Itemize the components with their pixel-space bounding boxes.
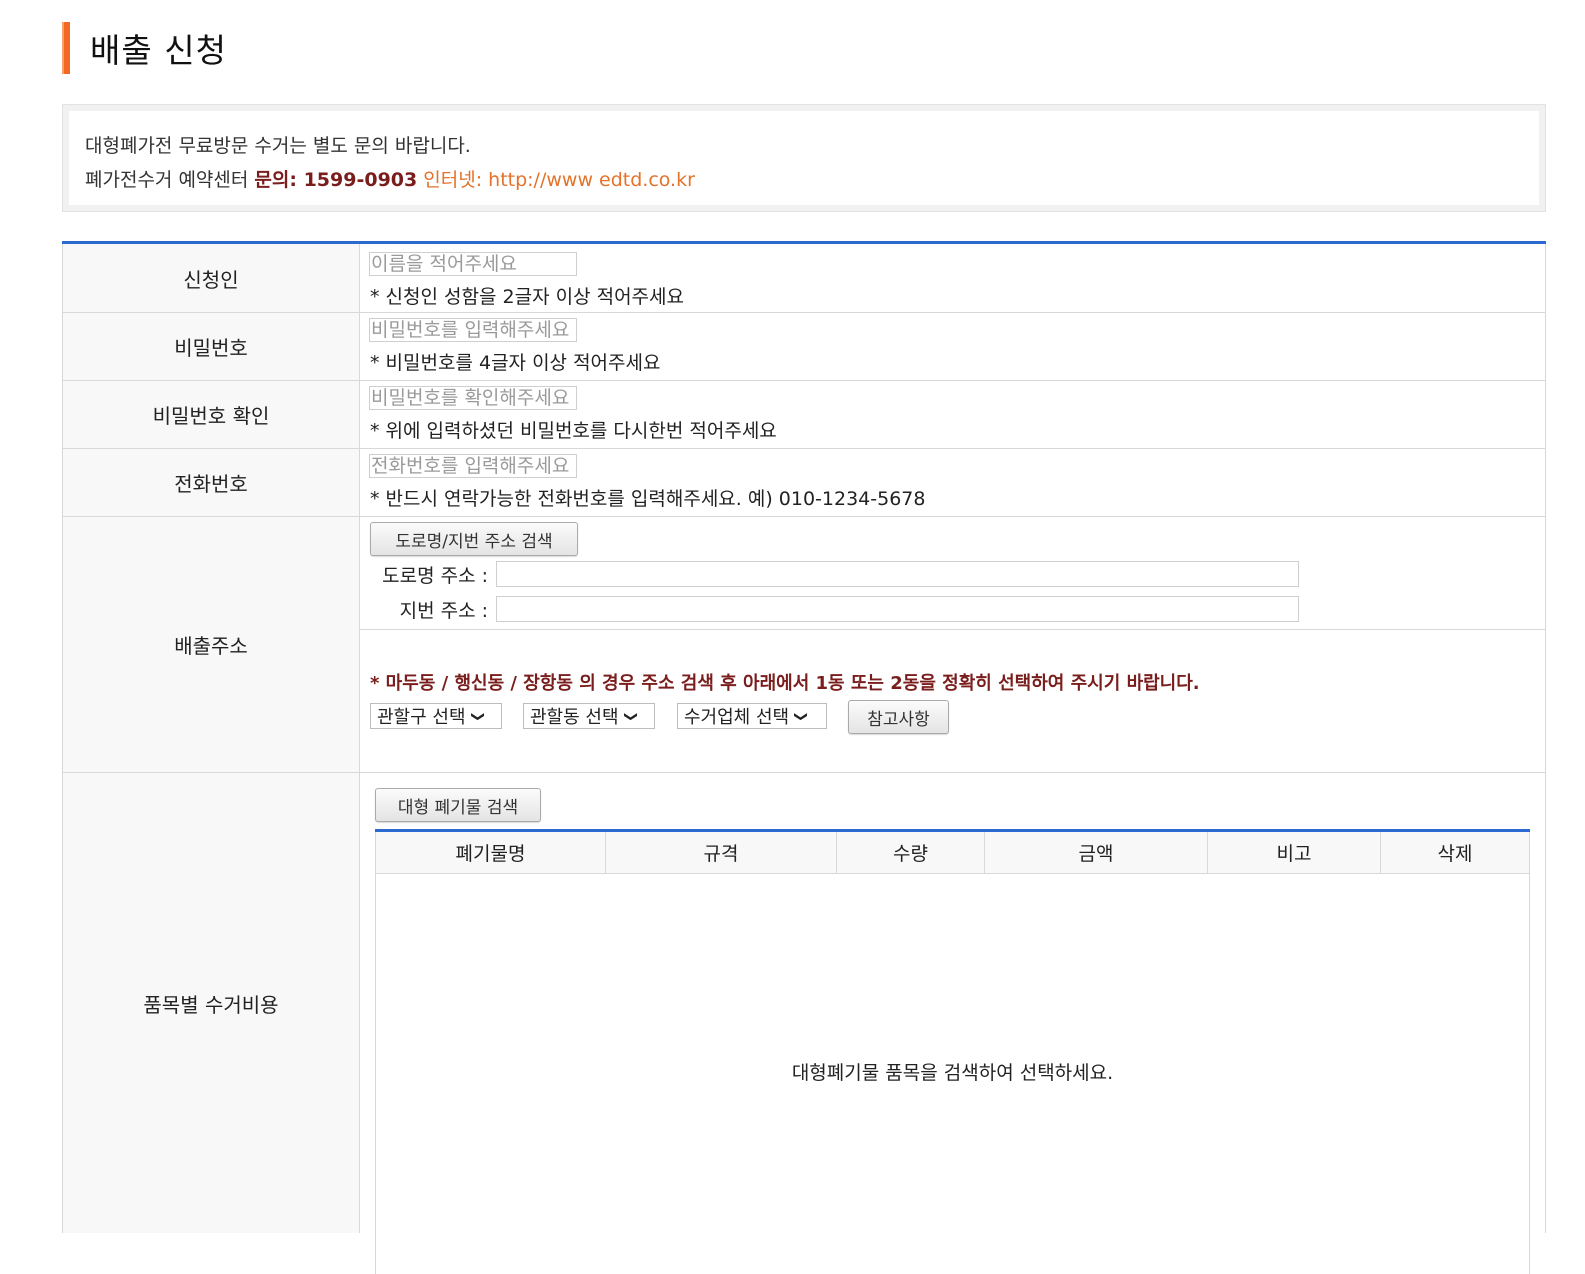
- waste-search-button[interactable]: 대형 폐기물 검색: [375, 788, 541, 822]
- password-input[interactable]: [369, 318, 577, 342]
- items-table-body: 대형폐기물 품목을 검색하여 선택하세요.: [375, 874, 1530, 1274]
- password-confirm-label: 비밀번호 확인: [63, 381, 360, 448]
- column-header-spec: 규격: [606, 832, 837, 873]
- application-form: 신청인 * 신청인 성함을 2글자 이상 적어주세요 비밀번호 * 비밀번호를 …: [62, 241, 1546, 1274]
- password-confirm-input[interactable]: [369, 386, 577, 410]
- dong-selection-warning: * 마두동 / 행신동 / 장항동 의 경우 주소 검색 후 아래에서 1동 또…: [370, 673, 1200, 694]
- items-label: 품목별 수거비용: [63, 773, 360, 1233]
- notice-internet-link[interactable]: 인터넷: http://www edtd.co.kr: [417, 169, 695, 191]
- jibun-address-label: 지번 주소 :: [399, 600, 488, 622]
- chevron-down-icon: ❮: [469, 710, 485, 722]
- row-phone: 전화번호 * 반드시 연락가능한 전화번호를 입력해주세요. 예) 010-12…: [62, 449, 1546, 517]
- dong-select-value: 관할동 선택: [530, 707, 619, 728]
- phone-input[interactable]: [369, 454, 577, 478]
- applicant-hint: * 신청인 성함을 2글자 이상 적어주세요: [370, 286, 684, 308]
- jibun-address-field[interactable]: [496, 596, 1299, 622]
- road-address-label: 도로명 주소 :: [382, 565, 488, 587]
- column-header-amount: 금액: [985, 832, 1208, 873]
- applicant-label: 신청인: [63, 244, 360, 312]
- notice-line-1: 대형폐가전 무료방문 수거는 별도 문의 바랍니다.: [85, 135, 471, 157]
- reference-button[interactable]: 참고사항: [848, 700, 949, 734]
- row-applicant: 신청인 * 신청인 성함을 2글자 이상 적어주세요: [62, 244, 1546, 313]
- notice-box: 대형폐가전 무료방문 수거는 별도 문의 바랍니다. 폐가전수거 예약센터 문의…: [62, 104, 1546, 212]
- title-accent-bar: [62, 22, 70, 74]
- applicant-cell: * 신청인 성함을 2글자 이상 적어주세요: [360, 244, 1545, 312]
- district-select-value: 관할구 선택: [377, 707, 466, 728]
- road-address-field[interactable]: [496, 561, 1299, 587]
- chevron-down-icon: ❮: [622, 710, 638, 722]
- password-cell: * 비밀번호를 4글자 이상 적어주세요: [360, 313, 1545, 380]
- company-select-value: 수거업체 선택: [684, 707, 790, 728]
- chevron-down-icon: ❮: [793, 710, 809, 722]
- notice-center-label: 폐가전수거 예약센터: [85, 169, 255, 191]
- address-search-button[interactable]: 도로명/지번 주소 검색: [370, 522, 578, 556]
- items-table: 폐기물명 규격 수량 금액 비고 삭제 대형폐기물 품목을 검색하여 선택하세요…: [375, 829, 1530, 1274]
- notice-phone: 문의: 1599-0903: [254, 169, 418, 191]
- items-cell: 대형 폐기물 검색 폐기물명 규격 수량 금액 비고 삭제 대형폐기물 품목을 …: [360, 773, 1545, 1274]
- address-cell: 도로명/지번 주소 검색 도로명 주소 : 지번 주소 : * 마두동 / 행신…: [360, 517, 1545, 772]
- items-table-header: 폐기물명 규격 수량 금액 비고 삭제: [375, 832, 1530, 874]
- column-header-name: 폐기물명: [375, 832, 606, 873]
- password-confirm-hint: * 위에 입력하셨던 비밀번호를 다시한번 적어주세요: [370, 420, 777, 442]
- phone-cell: * 반드시 연락가능한 전화번호를 입력해주세요. 예) 010-1234-56…: [360, 449, 1545, 516]
- column-header-quantity: 수량: [837, 832, 985, 873]
- page-title-block: 배출 신청: [62, 22, 227, 74]
- dong-select[interactable]: 관할동 선택 ❮: [523, 703, 655, 729]
- notice-inner: 대형폐가전 무료방문 수거는 별도 문의 바랍니다. 폐가전수거 예약센터 문의…: [69, 111, 1539, 205]
- password-hint: * 비밀번호를 4글자 이상 적어주세요: [370, 352, 661, 374]
- phone-label: 전화번호: [63, 449, 360, 516]
- notice-line-2: 폐가전수거 예약센터 문의: 1599-0903 인터넷: http://www…: [85, 165, 695, 192]
- district-select[interactable]: 관할구 선택 ❮: [370, 703, 502, 729]
- applicant-name-input[interactable]: [369, 252, 577, 276]
- row-address: 배출주소 도로명/지번 주소 검색 도로명 주소 : 지번 주소 : * 마두동…: [62, 517, 1546, 773]
- phone-hint: * 반드시 연락가능한 전화번호를 입력해주세요. 예) 010-1234-56…: [370, 488, 926, 510]
- column-header-delete: 삭제: [1381, 832, 1530, 873]
- row-items: 품목별 수거비용 대형 폐기물 검색 폐기물명 규격 수량 금액 비고 삭제 대…: [62, 773, 1546, 1274]
- password-label: 비밀번호: [63, 313, 360, 380]
- page-title: 배출 신청: [90, 31, 227, 70]
- items-empty-message: 대형폐기물 품목을 검색하여 선택하세요.: [791, 1062, 1114, 1084]
- row-password-confirm: 비밀번호 확인 * 위에 입력하셨던 비밀번호를 다시한번 적어주세요: [62, 381, 1546, 449]
- password-confirm-cell: * 위에 입력하셨던 비밀번호를 다시한번 적어주세요: [360, 381, 1545, 448]
- row-password: 비밀번호 * 비밀번호를 4글자 이상 적어주세요: [62, 313, 1546, 381]
- column-header-note: 비고: [1208, 832, 1381, 873]
- address-divider: [360, 629, 1545, 630]
- company-select[interactable]: 수거업체 선택 ❮: [677, 703, 827, 729]
- address-label: 배출주소: [63, 517, 360, 772]
